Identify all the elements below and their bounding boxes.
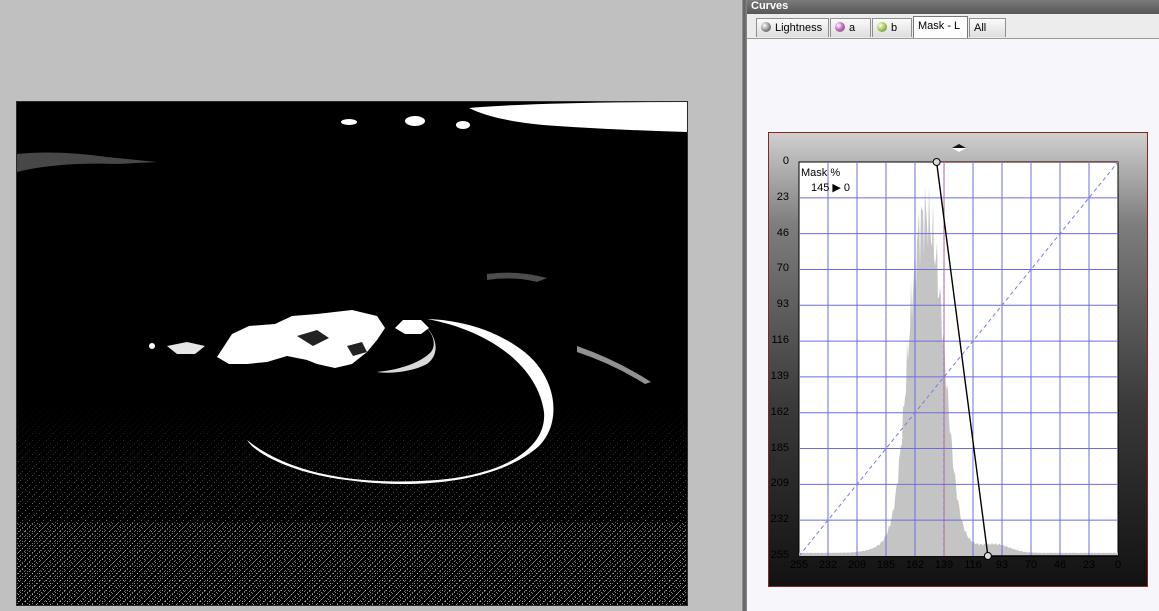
x-tick-label: 116 xyxy=(964,559,982,571)
x-tick-label: 93 xyxy=(995,559,1009,571)
y-tick-label: 0 xyxy=(782,155,789,167)
tab-a[interactable]: a xyxy=(830,18,871,37)
x-tick-label: 209 xyxy=(847,559,867,571)
y-tick-label: 116 xyxy=(771,334,789,347)
y-tick-label: 70 xyxy=(776,262,789,275)
lightness-sphere-icon xyxy=(761,22,771,32)
mask-readout: Mask % 145 ▶ 0 xyxy=(801,166,850,196)
mask-value-readout: 145 ▶ 0 xyxy=(811,182,851,194)
x-tick-label: 232 xyxy=(818,559,838,571)
tab-label: All xyxy=(974,22,987,34)
y-tick-label: 209 xyxy=(770,477,789,490)
curve-graph[interactable] xyxy=(769,133,1147,586)
tab-label: b xyxy=(891,22,898,34)
y-tick-label: 139 xyxy=(770,369,789,382)
x-tick-label: 46 xyxy=(1053,559,1067,571)
x-tick-label: 185 xyxy=(876,559,896,571)
y-tick-label: 46 xyxy=(776,226,789,239)
x-tick-label: 70 xyxy=(1024,559,1038,571)
tab-b[interactable]: b xyxy=(872,18,912,37)
x-tick-label: 255 xyxy=(789,559,809,571)
mask-preview-image[interactable] xyxy=(16,101,688,606)
y-tick-label: 162 xyxy=(770,405,789,418)
y-tick-label: 232 xyxy=(770,513,789,526)
image-canvas-area[interactable] xyxy=(0,0,742,611)
scroll-up-arrow-icon[interactable] xyxy=(952,144,966,152)
y-tick-label: 185 xyxy=(770,441,789,454)
curves-panel: Curves Lightness a b Mask - L All Mask %… xyxy=(747,0,1159,611)
curve-editor[interactable]: Mask % 145 ▶ 0 0 23 46 70 93 116 139 162 185 209 2… xyxy=(768,132,1148,587)
x-tick-label: 162 xyxy=(905,559,925,571)
tab-label: Lightness xyxy=(775,22,823,34)
x-tick-label: 139 xyxy=(934,559,954,571)
curves-panel-title: Curves xyxy=(747,0,1159,14)
tab-lightness[interactable]: Lightness xyxy=(756,18,829,37)
tab-label: a xyxy=(849,22,856,34)
y-tick-label: 23 xyxy=(776,190,789,203)
mask-preview-graphic xyxy=(17,102,687,605)
b-channel-sphere-icon xyxy=(877,22,887,32)
tab-all[interactable]: All xyxy=(969,18,1006,37)
a-channel-sphere-icon xyxy=(835,22,845,32)
channel-tab-strip: Lightness a b Mask - L All xyxy=(747,14,1159,39)
x-tick-label: 0 xyxy=(1114,559,1122,571)
mask-percent-label: Mask % xyxy=(801,167,841,179)
y-tick-label: 93 xyxy=(776,298,789,311)
tab-mask-l[interactable]: Mask - L xyxy=(913,16,968,38)
curve-control-point[interactable] xyxy=(932,158,941,166)
tab-label: Mask - L xyxy=(918,20,961,32)
x-tick-label: 23 xyxy=(1082,559,1096,571)
